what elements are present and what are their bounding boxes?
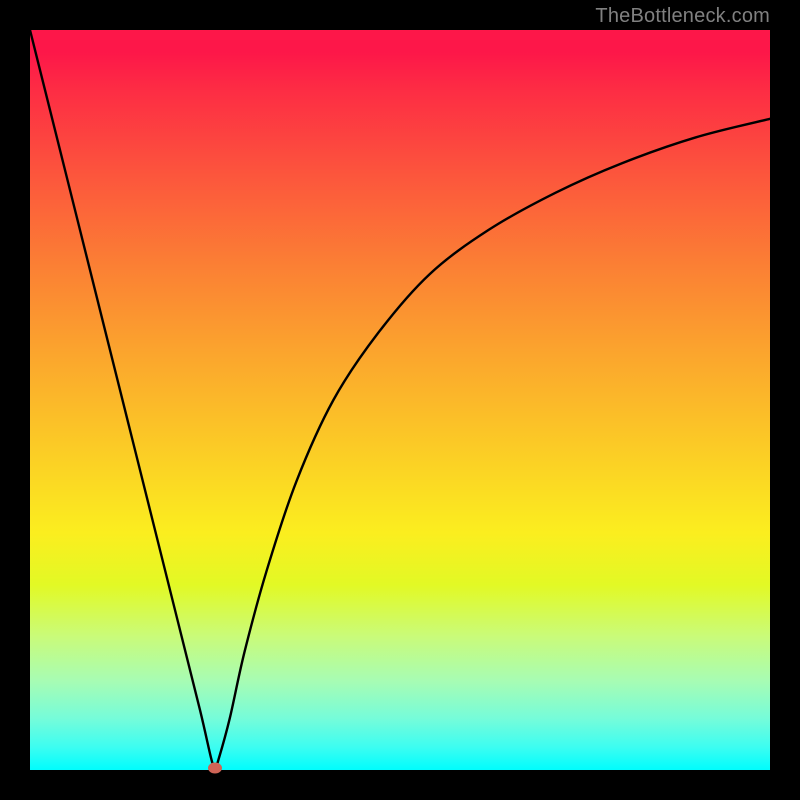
plot-area	[30, 30, 770, 770]
minimum-marker	[208, 762, 222, 773]
curve-layer	[30, 30, 770, 770]
bottleneck-curve	[30, 30, 770, 768]
attribution-text: TheBottleneck.com	[595, 5, 770, 28]
chart-frame: TheBottleneck.com	[0, 0, 800, 800]
